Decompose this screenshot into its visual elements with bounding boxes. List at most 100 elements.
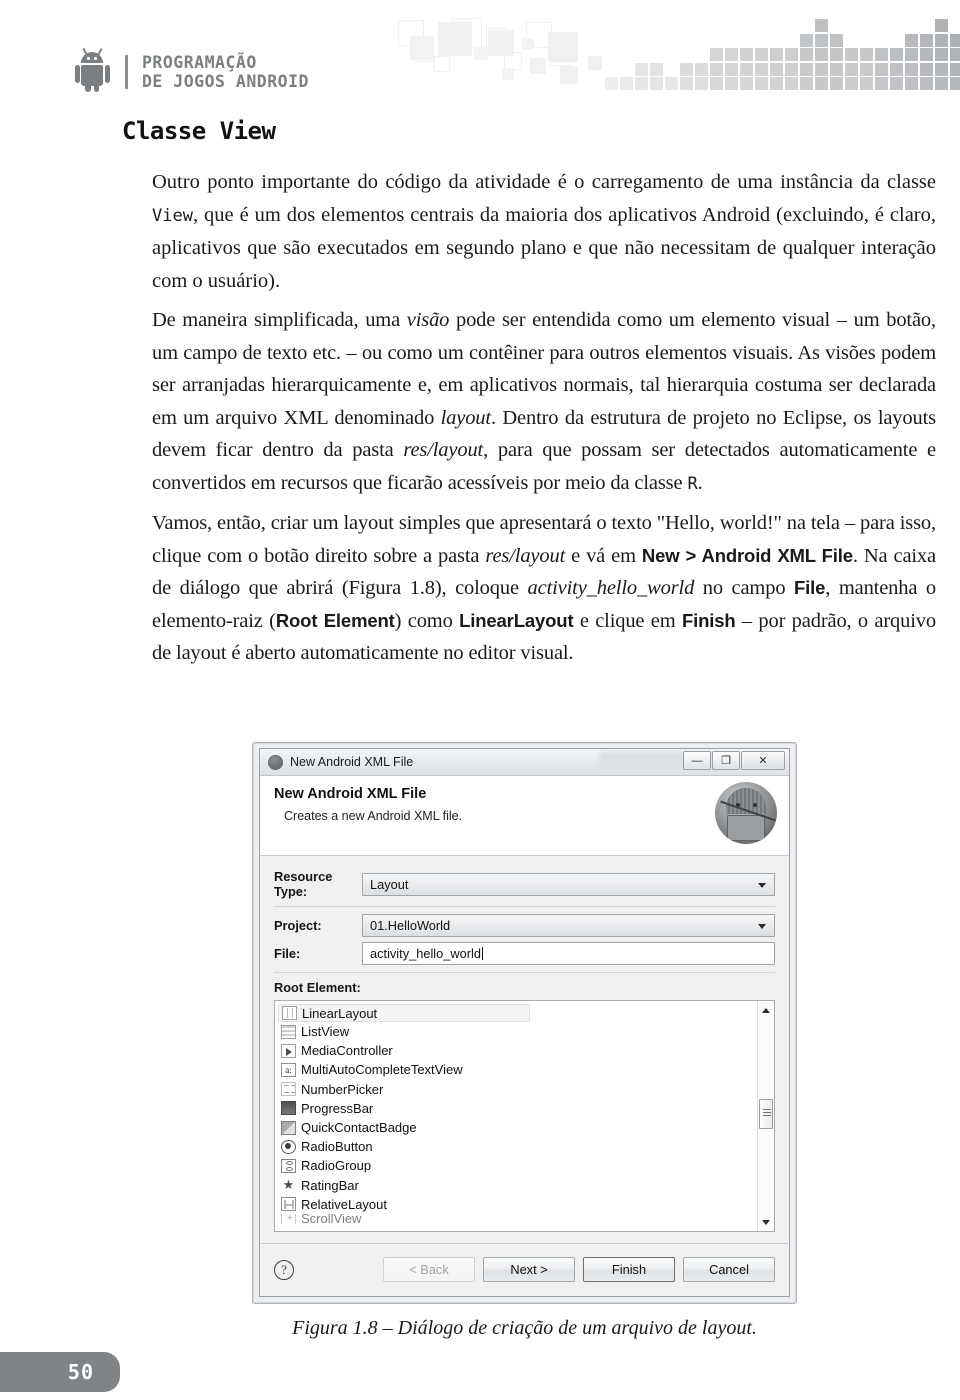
list-item-label: RelativeLayout xyxy=(301,1196,387,1212)
p3-text-f: ) como xyxy=(394,609,460,632)
brand-divider xyxy=(125,55,128,89)
list-item[interactable]: RelativeLayout xyxy=(278,1195,757,1214)
file-label: File: xyxy=(274,946,301,961)
cancel-button[interactable]: Cancel xyxy=(683,1257,775,1282)
root-element-listbox[interactable]: LinearLayout ListView MediaController a: Mul… xyxy=(274,1000,775,1232)
listview-icon xyxy=(281,1024,296,1039)
dialog-title: New Android XML File xyxy=(290,755,414,769)
p2-italic-visao: visão xyxy=(406,309,450,331)
p3-bold-file: File xyxy=(794,577,826,598)
list-item-label: NumberPicker xyxy=(301,1081,384,1097)
form-divider-1 xyxy=(274,906,775,907)
back-button[interactable]: < Back xyxy=(383,1257,475,1282)
list-item-label: ProgressBar xyxy=(301,1100,374,1116)
chevron-down-icon xyxy=(758,924,766,929)
list-item[interactable]: + ScrollView xyxy=(278,1213,757,1224)
file-input[interactable]: activity_hello_world xyxy=(362,942,775,965)
scrollview-icon: + xyxy=(281,1213,296,1224)
android-app-icon xyxy=(268,754,283,770)
p2-text-a: De maneira simplificada, uma xyxy=(152,309,407,331)
p2-code-r: R xyxy=(687,473,698,494)
list-item-label: MultiAutoCompleteTextView xyxy=(301,1062,463,1078)
list-item[interactable]: NumberPicker xyxy=(278,1080,757,1099)
list-item-label: MediaController xyxy=(301,1043,393,1059)
project-label: Project: xyxy=(274,918,322,933)
list-item-label: ScrollView xyxy=(301,1213,362,1224)
list-item-label: ListView xyxy=(301,1024,350,1040)
scrollbar-thumb[interactable] xyxy=(759,1099,773,1129)
brand-text: PROGRAMAÇÃO DE JOGOS ANDROID xyxy=(142,53,309,91)
list-item[interactable]: RadioButton xyxy=(278,1137,757,1156)
close-button[interactable]: ✕ xyxy=(741,751,785,770)
root-element-list: LinearLayout ListView MediaController a: Mul… xyxy=(275,1001,757,1231)
resource-type-select[interactable]: Layout xyxy=(362,872,775,896)
list-item[interactable]: ProgressBar xyxy=(278,1099,757,1118)
list-item-label: RadioButton xyxy=(301,1139,373,1155)
list-item[interactable]: a: MultiAutoCompleteTextView xyxy=(278,1060,757,1079)
resource-type-value: Layout xyxy=(370,876,409,892)
p3-italic-filename: activity_hello_world xyxy=(527,577,695,599)
p3-text-g: e clique em xyxy=(573,609,682,632)
maximize-button[interactable]: ❐ xyxy=(712,751,740,770)
chevron-down-icon xyxy=(758,882,766,888)
resource-type-row: Resource Type: Layout xyxy=(274,869,775,899)
file-value: activity_hello_world xyxy=(370,946,481,961)
minimize-button[interactable]: — xyxy=(683,751,711,770)
listbox-scrollbar[interactable] xyxy=(757,1001,774,1231)
radiogroup-icon xyxy=(281,1158,296,1173)
p1-text-a: Outro ponto importante do código da ativ… xyxy=(152,171,936,193)
dialog-button-bar: ? < Back Next > Finish Cancel xyxy=(261,1243,788,1295)
list-item[interactable]: QuickContactBadge xyxy=(278,1118,757,1137)
paragraph-2: De maneira simplificada, uma visão pode … xyxy=(152,304,936,500)
next-button[interactable]: Next > xyxy=(483,1257,575,1282)
dialog-banner: New Android XML File Creates a new Andro… xyxy=(260,776,789,856)
scroll-down-arrow-icon[interactable] xyxy=(758,1214,774,1230)
page-title: Classe View xyxy=(122,117,276,145)
p1-text-b: , que é um dos elementos centrais da mai… xyxy=(152,203,936,292)
help-icon[interactable]: ? xyxy=(274,1259,294,1280)
progressbar-icon xyxy=(281,1101,296,1116)
list-item-label: LinearLayout xyxy=(302,1005,378,1021)
scroll-up-arrow-icon[interactable] xyxy=(758,1002,774,1018)
p2-italic-layout: layout xyxy=(440,406,491,429)
brand-lockup: PROGRAMAÇÃO DE JOGOS ANDROID xyxy=(74,48,309,92)
project-row: Project: 01.HelloWorld xyxy=(274,914,775,937)
textview-icon: a: xyxy=(281,1062,296,1077)
paragraph-3: Vamos, então, criar um layout simples qu… xyxy=(152,507,936,670)
figure-1-8: New Android XML File — ❐ ✕ New Android X… xyxy=(252,742,797,1339)
ratingbar-icon: ★ xyxy=(282,1177,295,1193)
p3-italic-reslayout: res/layout xyxy=(485,544,566,567)
list-item[interactable]: RadioGroup xyxy=(278,1156,757,1175)
list-item[interactable]: MediaController xyxy=(278,1041,757,1060)
list-item[interactable]: LinearLayout xyxy=(278,1004,530,1022)
dialog-form: Resource Type: Layout Project: 01.HelloW… xyxy=(260,856,789,1232)
quickcontact-icon xyxy=(281,1120,296,1135)
header-mosaic-decoration xyxy=(398,18,960,106)
wizard-buttons: < Back Next > Finish Cancel xyxy=(383,1257,775,1282)
p2-text-e: . xyxy=(697,471,703,494)
numberpicker-icon xyxy=(281,1082,296,1097)
mediacontroller-icon xyxy=(281,1043,296,1058)
resource-type-label: Resource Type: xyxy=(274,869,333,899)
brand-line-2: DE JOGOS ANDROID xyxy=(142,72,309,91)
new-android-xml-file-dialog: New Android XML File — ❐ ✕ New Android X… xyxy=(252,742,797,1304)
list-item-label: RatingBar xyxy=(301,1177,359,1193)
file-row: File: activity_hello_world xyxy=(274,942,775,965)
finish-button[interactable]: Finish xyxy=(583,1257,675,1282)
page-number: 50 xyxy=(0,1352,120,1392)
p3-text-d: no campo xyxy=(694,577,794,599)
p3-bold-finish: Finish xyxy=(681,609,736,631)
form-divider-2 xyxy=(274,972,775,973)
radiobutton-icon xyxy=(281,1139,296,1154)
p3-bold-root-element: Root Element xyxy=(275,609,395,631)
dialog-titlebar: New Android XML File — ❐ ✕ xyxy=(260,749,789,776)
figure-caption: Figura 1.8 – Diálogo de criação de um ar… xyxy=(292,1317,757,1339)
p2-italic-reslayout: res/layout xyxy=(403,439,484,461)
window-controls: — ❐ ✕ xyxy=(682,751,785,770)
list-item[interactable]: ListView xyxy=(278,1022,757,1041)
p3-text-b: e vá em xyxy=(565,544,642,567)
android-mascot-avatar-icon xyxy=(715,782,777,844)
project-select[interactable]: 01.HelloWorld xyxy=(362,914,775,937)
list-item[interactable]: ★ RatingBar xyxy=(278,1176,757,1195)
list-item-label: QuickContactBadge xyxy=(301,1120,417,1136)
